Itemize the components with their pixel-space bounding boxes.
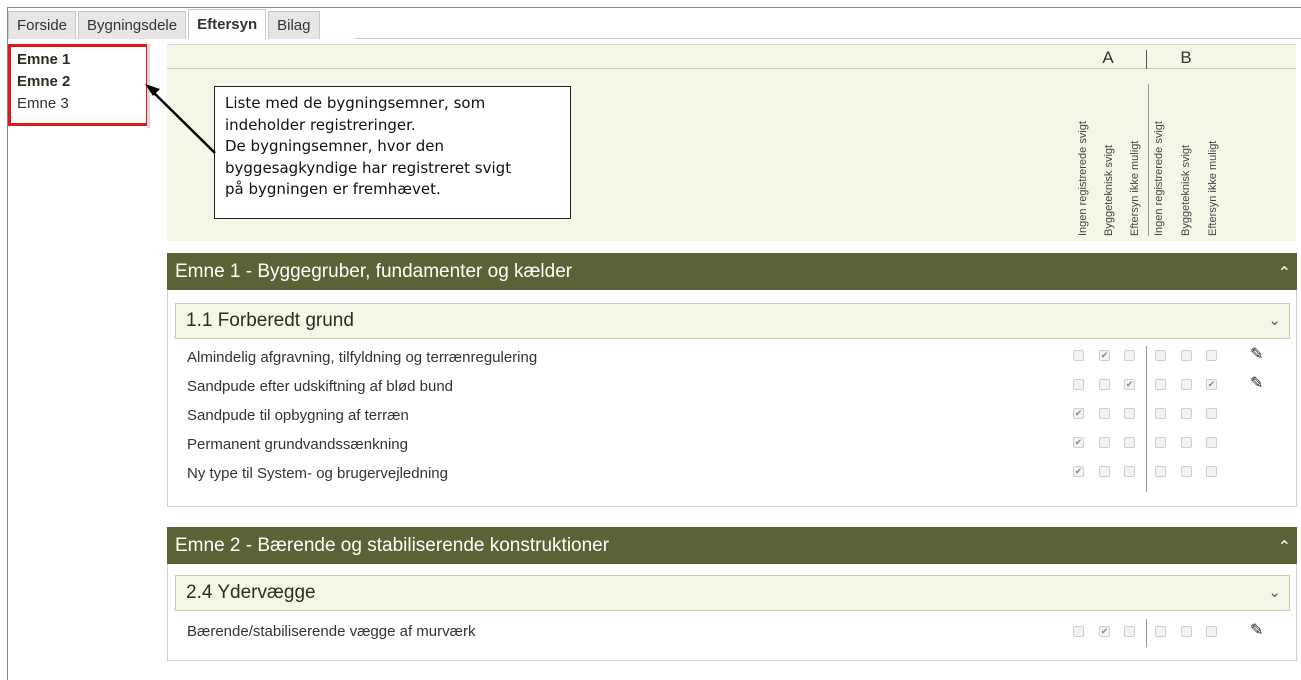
checkbox[interactable] — [1124, 408, 1135, 419]
row-label: Sandpude til opbygning af terræn — [187, 407, 409, 424]
checkbox[interactable] — [1181, 408, 1192, 419]
tab-forside[interactable]: Forside — [8, 11, 77, 39]
edit-icon[interactable]: ✎ — [1250, 623, 1266, 639]
checkbox[interactable] — [1155, 466, 1166, 477]
tab-bilag[interactable]: Bilag — [268, 11, 320, 39]
subsection-title: 2.4 Ydervægge — [186, 582, 316, 603]
chevron-down-icon[interactable]: ⌄ — [1268, 576, 1281, 610]
list-item: Sandpude efter udskiftning af blød bund — [187, 376, 1287, 405]
annotation-callout: Liste med de bygningsemner, som indehold… — [214, 86, 571, 219]
callout-line: på bygningen er fremhævet. — [225, 180, 441, 198]
checkbox[interactable] — [1181, 437, 1192, 448]
checkbox[interactable] — [1124, 437, 1135, 448]
checkbox[interactable] — [1181, 466, 1192, 477]
chevron-down-icon[interactable]: ⌄ — [1268, 304, 1281, 338]
header-divider — [167, 68, 1296, 69]
section-title: Emne 2 - Bærende og stabiliserende konst… — [175, 535, 610, 556]
checkbox-checked[interactable]: ✔ — [1073, 437, 1084, 448]
checkbox[interactable] — [1155, 350, 1166, 361]
checkbox[interactable] — [1206, 626, 1217, 637]
edit-icon[interactable]: ✎ — [1250, 347, 1266, 363]
chevron-up-icon[interactable]: ⌃ — [1278, 255, 1291, 292]
checkbox-checked[interactable]: ✔ — [1099, 626, 1110, 637]
nav-item-emne-1[interactable]: Emne 1 — [17, 49, 146, 71]
list-item: Permanent grundvandssænkning — [187, 434, 1287, 463]
tab-bar: Forside Bygningsdele Eftersyn Bilag — [8, 8, 322, 39]
row-label: Bærende/stabiliserende vægge af murværk — [187, 623, 476, 640]
group-separator — [1146, 50, 1147, 69]
edit-icon[interactable]: ✎ — [1250, 376, 1266, 392]
list-item: Bærende/stabiliserende vægge af murværk — [187, 621, 1287, 650]
checkbox[interactable] — [1099, 437, 1110, 448]
subsection-2-4-header[interactable]: 2.4 Ydervægge ⌄ — [175, 575, 1290, 611]
checkbox[interactable] — [1124, 466, 1135, 477]
checkbox[interactable] — [1099, 379, 1110, 390]
checkbox-checked[interactable]: ✔ — [1206, 379, 1217, 390]
col-header-b-byggeteknisk: Byggeteknisk svigt — [1180, 144, 1192, 236]
checkbox[interactable] — [1155, 626, 1166, 637]
checkbox[interactable] — [1206, 408, 1217, 419]
checkbox[interactable] — [1073, 626, 1084, 637]
checkbox-checked[interactable]: ✔ — [1073, 408, 1084, 419]
emne-nav-list: Emne 1 Emne 2 Emne 3 — [8, 44, 149, 126]
callout-line: Liste med de bygningsemner, som — [225, 94, 486, 112]
checkbox[interactable] — [1181, 626, 1192, 637]
column-group-separator — [1148, 84, 1149, 236]
checkbox[interactable] — [1181, 350, 1192, 361]
group-b-label: B — [1180, 48, 1192, 67]
checkbox[interactable] — [1206, 437, 1217, 448]
checkbox-checked[interactable]: ✔ — [1099, 350, 1110, 361]
checkbox[interactable] — [1206, 350, 1217, 361]
list-item: Sandpude til opbygning af terræn — [187, 405, 1287, 434]
row-label: Almindelig afgravning, tilfyldning og te… — [187, 349, 538, 366]
checkbox-checked[interactable]: ✔ — [1073, 466, 1084, 477]
callout-line: byggesagkyndige har registreret svigt — [225, 158, 512, 177]
chevron-up-icon[interactable]: ⌃ — [1278, 529, 1291, 566]
checkbox[interactable] — [1155, 437, 1166, 448]
list-item: Almindelig afgravning, tilfyldning og te… — [187, 347, 1287, 376]
checkbox[interactable] — [1124, 626, 1135, 637]
checkbox[interactable] — [1073, 350, 1084, 361]
col-header-a-byggeteknisk: Byggeteknisk svigt — [1103, 144, 1115, 236]
col-header-b-ingen: Ingen registrerede svigt — [1153, 121, 1165, 236]
checkbox[interactable] — [1206, 466, 1217, 477]
checkbox[interactable] — [1155, 408, 1166, 419]
tab-bygningsdele[interactable]: Bygningsdele — [78, 11, 187, 39]
nav-item-emne-2[interactable]: Emne 2 — [17, 71, 146, 93]
tab-eftersyn[interactable]: Eftersyn — [188, 9, 267, 39]
subsection-title: 1.1 Forberedt grund — [186, 310, 354, 331]
section-title: Emne 1 - Byggegruber, fundamenter og kæl… — [175, 261, 573, 282]
checkbox[interactable] — [1181, 379, 1192, 390]
checkbox-checked[interactable]: ✔ — [1124, 379, 1135, 390]
col-header-a-ingen: Ingen registrerede svigt — [1077, 121, 1089, 236]
nav-item-emne-3[interactable]: Emne 3 — [17, 93, 146, 115]
section-emne-1-header[interactable]: Emne 1 - Byggegruber, fundamenter og kæl… — [167, 253, 1297, 290]
col-header-a-eftersyn: Eftersyn ikke muligt — [1129, 140, 1141, 236]
checkbox[interactable] — [1073, 379, 1084, 390]
nav-scroll-edge — [147, 44, 150, 128]
group-a-label: A — [1102, 48, 1114, 67]
subsection-1-1-header[interactable]: 1.1 Forberedt grund ⌄ — [175, 303, 1290, 339]
row-label: Permanent grundvandssænkning — [187, 436, 408, 453]
col-header-b-eftersyn: Eftersyn ikke muligt — [1207, 140, 1219, 236]
row-label: Ny type til System- og brugervejledning — [187, 465, 448, 482]
callout-line: De bygningsemner, hvor den — [225, 137, 445, 155]
callout-line: indeholder registreringer. — [225, 115, 416, 134]
section-emne-2-header[interactable]: Emne 2 - Bærende og stabiliserende konst… — [167, 527, 1297, 564]
checkbox[interactable] — [1155, 379, 1166, 390]
checkbox[interactable] — [1124, 350, 1135, 361]
list-item: Ny type til System- og brugervejledning — [187, 463, 1287, 492]
checkbox[interactable] — [1099, 466, 1110, 477]
row-label: Sandpude efter udskiftning af blød bund — [187, 378, 454, 395]
tab-divider — [355, 38, 1301, 39]
checkbox[interactable] — [1099, 408, 1110, 419]
